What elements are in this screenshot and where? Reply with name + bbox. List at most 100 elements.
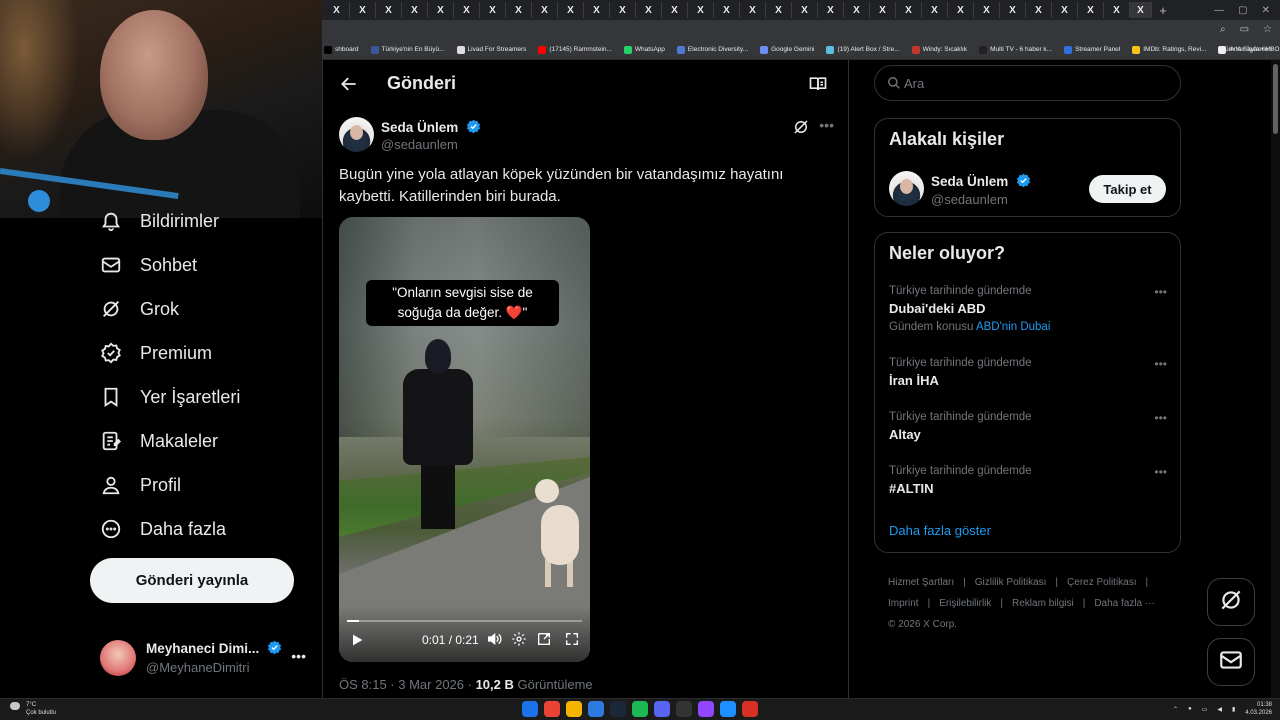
messages-fab-button[interactable] [1207, 638, 1255, 686]
nav-notifications[interactable]: Bildirimler [100, 206, 219, 236]
related-name-row[interactable]: Seda Ünlem [931, 173, 1031, 189]
minimize-button[interactable]: — [1214, 5, 1224, 16]
nav-profile[interactable]: Profil [100, 470, 181, 500]
account-switcher[interactable]: Meyhaneci Dimi... @MeyhaneDimitri ••• [100, 638, 310, 678]
tweet-more-icon[interactable]: ••• [819, 117, 834, 133]
bookmark-item[interactable]: IMDb: Ratings, Revi... [1132, 45, 1206, 54]
footer-link[interactable]: Gizlilik Politikası [975, 577, 1047, 588]
trend-item[interactable]: Türkiye tarihinde gündemde #ALTIN ••• [889, 465, 1167, 496]
bookmark-item[interactable]: shboard [324, 45, 359, 54]
nav-grok[interactable]: Grok [100, 294, 179, 324]
chevron-up-icon[interactable]: ⌃ [1173, 706, 1178, 713]
browser-tab[interactable]: X [428, 2, 454, 18]
app-dark-icon[interactable] [676, 701, 692, 717]
footer-link[interactable]: Erişilebilirlik [939, 598, 991, 609]
nav-premium[interactable]: Premium [100, 338, 212, 368]
bookmarks-all-folder[interactable]: Tüm Yer İşaretleri [1221, 46, 1272, 53]
address-bar[interactable]: ⌕ ▭ ☆ [322, 20, 1280, 40]
browser-tab[interactable]: X [974, 2, 1000, 18]
browser-tab[interactable]: X [610, 2, 636, 18]
browser-tab[interactable]: X [324, 2, 350, 18]
browser-tab[interactable]: X [948, 2, 974, 18]
footer-link[interactable]: Çerez Politikası [1067, 577, 1136, 588]
trend-sub-link[interactable]: ABD'nin Dubai [976, 321, 1050, 333]
avatar[interactable] [889, 171, 924, 206]
nav-more[interactable]: Daha fazla [100, 514, 226, 544]
grok-fab-button[interactable] [1207, 578, 1255, 626]
browser-tab[interactable]: X [688, 2, 714, 18]
browser-tab[interactable]: X [844, 2, 870, 18]
close-window-button[interactable]: ✕ [1262, 5, 1270, 16]
trend-more-icon[interactable]: ••• [1154, 285, 1167, 299]
scroll-thumb[interactable] [1273, 64, 1278, 134]
related-name[interactable]: Seda Ünlem [931, 174, 1008, 189]
grok-icon[interactable] [792, 118, 810, 136]
weather-widget[interactable]: 7°C Çok bulutlu [10, 701, 56, 717]
trend-item[interactable]: Türkiye tarihinde gündemde İran İHA ••• [889, 357, 1167, 388]
browser-tab[interactable]: X [636, 2, 662, 18]
footer-link[interactable]: Reklam bilgisi [1012, 598, 1074, 609]
volume-icon[interactable]: ◀ [1217, 706, 1222, 713]
account-more-icon[interactable]: ••• [291, 648, 306, 664]
tweet-author-name-row[interactable]: Seda Ünlem [381, 119, 481, 135]
browser-tab[interactable]: X [792, 2, 818, 18]
browser-tab[interactable]: X [870, 2, 896, 18]
cast-icon[interactable]: ▭ [1240, 24, 1249, 35]
bookmark-item[interactable]: Livad For Streamers [456, 45, 526, 54]
browser-tab[interactable]: X [1026, 2, 1052, 18]
bookmark-item[interactable]: (19) Alert Box / Stre... [826, 45, 900, 54]
bookmark-item[interactable]: Türkiye'nin En Büyü... [370, 45, 445, 54]
nav-chat[interactable]: Sohbet [100, 250, 197, 280]
browser-tab[interactable]: X [1052, 2, 1078, 18]
show-more-link[interactable]: Daha fazla göster [889, 523, 991, 538]
tweet-author-handle[interactable]: @sedaunlem [381, 137, 458, 152]
bookmark-item[interactable]: Electronic Diversity... [676, 45, 748, 54]
star-icon[interactable]: ☆ [1263, 24, 1272, 35]
bookmark-item[interactable]: Streamer Panel [1064, 45, 1120, 54]
new-tab-button[interactable]: + [1152, 3, 1174, 18]
browser-tab[interactable]: X [350, 2, 376, 18]
bookmark-item[interactable]: Google Gemini [760, 45, 814, 54]
bookmark-item[interactable]: WhatsApp [623, 45, 665, 54]
browser-tab[interactable]: X [480, 2, 506, 18]
browser-tab-active[interactable]: X [1130, 2, 1152, 18]
related-handle[interactable]: @sedaunlem [931, 192, 1008, 207]
maximize-button[interactable]: ▢ [1238, 5, 1247, 16]
steam-icon[interactable] [610, 701, 626, 717]
browser-tab[interactable]: X [454, 2, 480, 18]
search-input[interactable] [904, 74, 1164, 92]
search-box[interactable] [874, 65, 1181, 101]
tweet-timestamp[interactable]: ÖS 8:15 · 3 Mar 2026 · [339, 677, 476, 692]
picture-in-picture-icon[interactable] [536, 631, 552, 647]
browser-tab[interactable]: X [766, 2, 792, 18]
post-button[interactable]: Gönderi yayınla [90, 558, 294, 603]
reader-mode-icon[interactable] [808, 74, 828, 94]
avatar[interactable] [339, 117, 374, 152]
trend-more-icon[interactable]: ••• [1154, 465, 1167, 479]
footer-link[interactable]: Daha fazla ··· [1094, 598, 1155, 609]
browser-tab[interactable]: X [662, 2, 688, 18]
browser-tab[interactable]: X [740, 2, 766, 18]
browser-tab[interactable]: X [532, 2, 558, 18]
back-arrow-icon[interactable] [337, 72, 361, 96]
tweet-author-name[interactable]: Seda Ünlem [381, 120, 458, 135]
play-icon[interactable] [349, 632, 365, 648]
browser-tab[interactable]: X [584, 2, 610, 18]
tweet-video[interactable]: "Onların sevgisi sise de soğuğa da değer… [339, 217, 590, 662]
clock[interactable]: 01:38 4.03.2026 [1245, 701, 1272, 717]
folder-icon[interactable] [566, 701, 582, 717]
follow-button[interactable]: Takip et [1089, 175, 1166, 203]
footer-link[interactable]: Imprint [888, 598, 919, 609]
fullscreen-icon[interactable] [564, 631, 580, 647]
bookmark-item[interactable]: Windy: Sıcaklık [911, 45, 967, 54]
trend-item[interactable]: Türkiye tarihinde gündemde Dubai'deki AB… [889, 285, 1167, 333]
browser-tab[interactable]: X [818, 2, 844, 18]
bookmark-item[interactable]: (17145) Rammstein... [538, 45, 612, 54]
browser-tab[interactable]: X [1000, 2, 1026, 18]
page-scrollbar[interactable] [1271, 60, 1280, 698]
browser-tab[interactable]: X [1078, 2, 1104, 18]
browser-tab[interactable]: X [402, 2, 428, 18]
browser-tab[interactable]: X [506, 2, 532, 18]
browser-tab[interactable]: X [896, 2, 922, 18]
app-red-icon[interactable] [742, 701, 758, 717]
